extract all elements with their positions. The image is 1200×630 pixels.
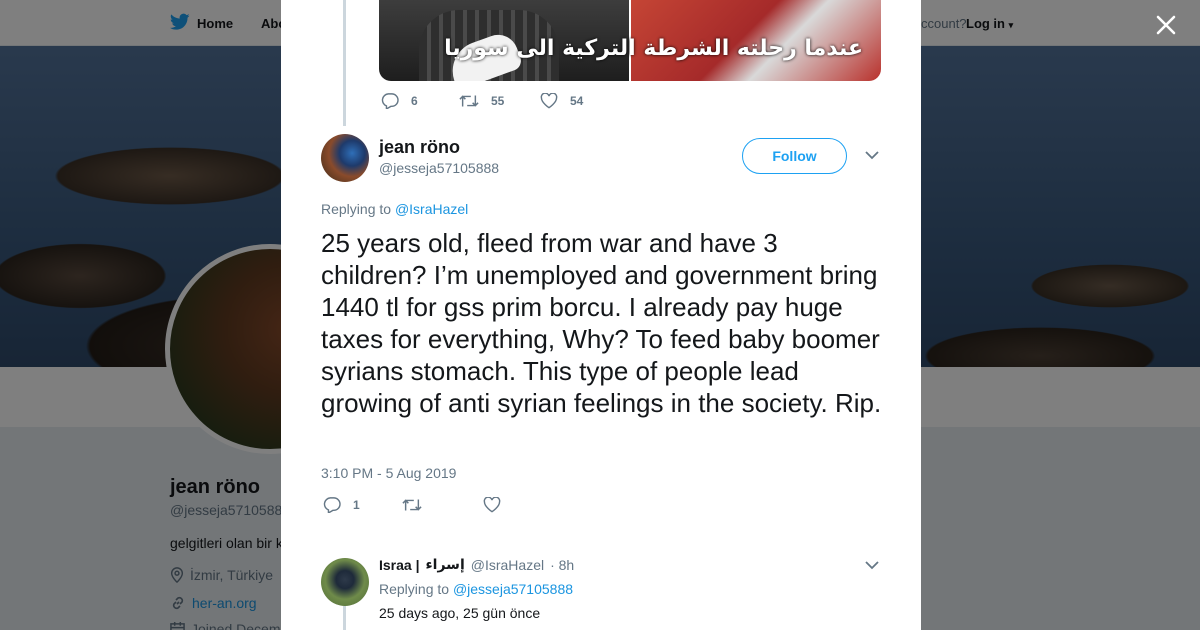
replying-to-link[interactable]: @IsraHazel bbox=[395, 201, 468, 217]
reply-replying-to: Replying to @jesseja57105888 bbox=[379, 581, 573, 597]
thread-line bbox=[343, 606, 346, 630]
prev-reply-count: 6 bbox=[411, 94, 418, 108]
prev-reply-action[interactable]: 6 bbox=[381, 93, 418, 109]
chevron-down-icon[interactable] bbox=[865, 150, 879, 160]
replying-prefix: Replying to bbox=[321, 201, 392, 217]
like-action[interactable] bbox=[483, 497, 513, 513]
prev-like-action[interactable]: 54 bbox=[540, 93, 583, 109]
reply-text: 25 days ago, 25 gün önce bbox=[379, 605, 541, 621]
reply-action[interactable]: 1 bbox=[323, 497, 360, 513]
tweet-author-handle[interactable]: @jesseja57105888 bbox=[379, 160, 499, 176]
retweet-icon bbox=[402, 499, 422, 511]
reply-count: 1 bbox=[353, 498, 360, 512]
reply-icon bbox=[381, 93, 399, 109]
tweet-author-avatar[interactable] bbox=[321, 134, 369, 182]
media-photo-right[interactable]: عندما رحلته الشرطة التركية الى سوريا bbox=[444, 0, 881, 81]
tweet-modal: عندما رحلته الشرطة التركية الى سوريا 6 5… bbox=[281, 0, 921, 630]
reply-time[interactable]: · 8h bbox=[550, 557, 574, 573]
media-caption: عندما رحلته الشرطة التركية الى سوريا bbox=[444, 36, 863, 61]
tweet-author-name[interactable]: jean röno bbox=[379, 137, 460, 158]
reply-author-name-arabic[interactable]: إسراء bbox=[426, 557, 465, 573]
retweet-icon bbox=[459, 95, 479, 107]
reply-author-handle[interactable]: @IsraHazel bbox=[471, 557, 544, 573]
reply-author-avatar[interactable] bbox=[321, 558, 369, 606]
prev-retweet-action[interactable]: 55 bbox=[459, 93, 504, 109]
close-icon[interactable] bbox=[1153, 12, 1179, 38]
reply-author-name[interactable]: Israa | bbox=[379, 557, 420, 573]
like-icon bbox=[483, 497, 501, 513]
reply-replying-to-link[interactable]: @jesseja57105888 bbox=[453, 581, 573, 597]
chevron-down-icon[interactable] bbox=[865, 560, 879, 570]
prev-like-count: 54 bbox=[570, 94, 584, 108]
follow-button[interactable]: Follow bbox=[742, 138, 847, 174]
tweet-text: 25 years old, fleed from war and have 3 … bbox=[321, 228, 882, 418]
tweet-timestamp[interactable]: 3:10 PM - 5 Aug 2019 bbox=[321, 465, 456, 481]
reply-icon bbox=[323, 497, 341, 513]
thread-line bbox=[343, 0, 346, 126]
previous-tweet-media[interactable]: عندما رحلته الشرطة التركية الى سوريا bbox=[379, 0, 881, 81]
reply-replying-prefix: Replying to bbox=[379, 581, 450, 597]
like-icon bbox=[540, 93, 558, 109]
prev-retweet-count: 55 bbox=[491, 94, 505, 108]
retweet-action[interactable] bbox=[402, 497, 434, 513]
replying-to: Replying to @IsraHazel bbox=[321, 201, 468, 217]
reply-author-header[interactable]: Israa | إسراء @IsraHazel · 8h bbox=[379, 557, 574, 573]
